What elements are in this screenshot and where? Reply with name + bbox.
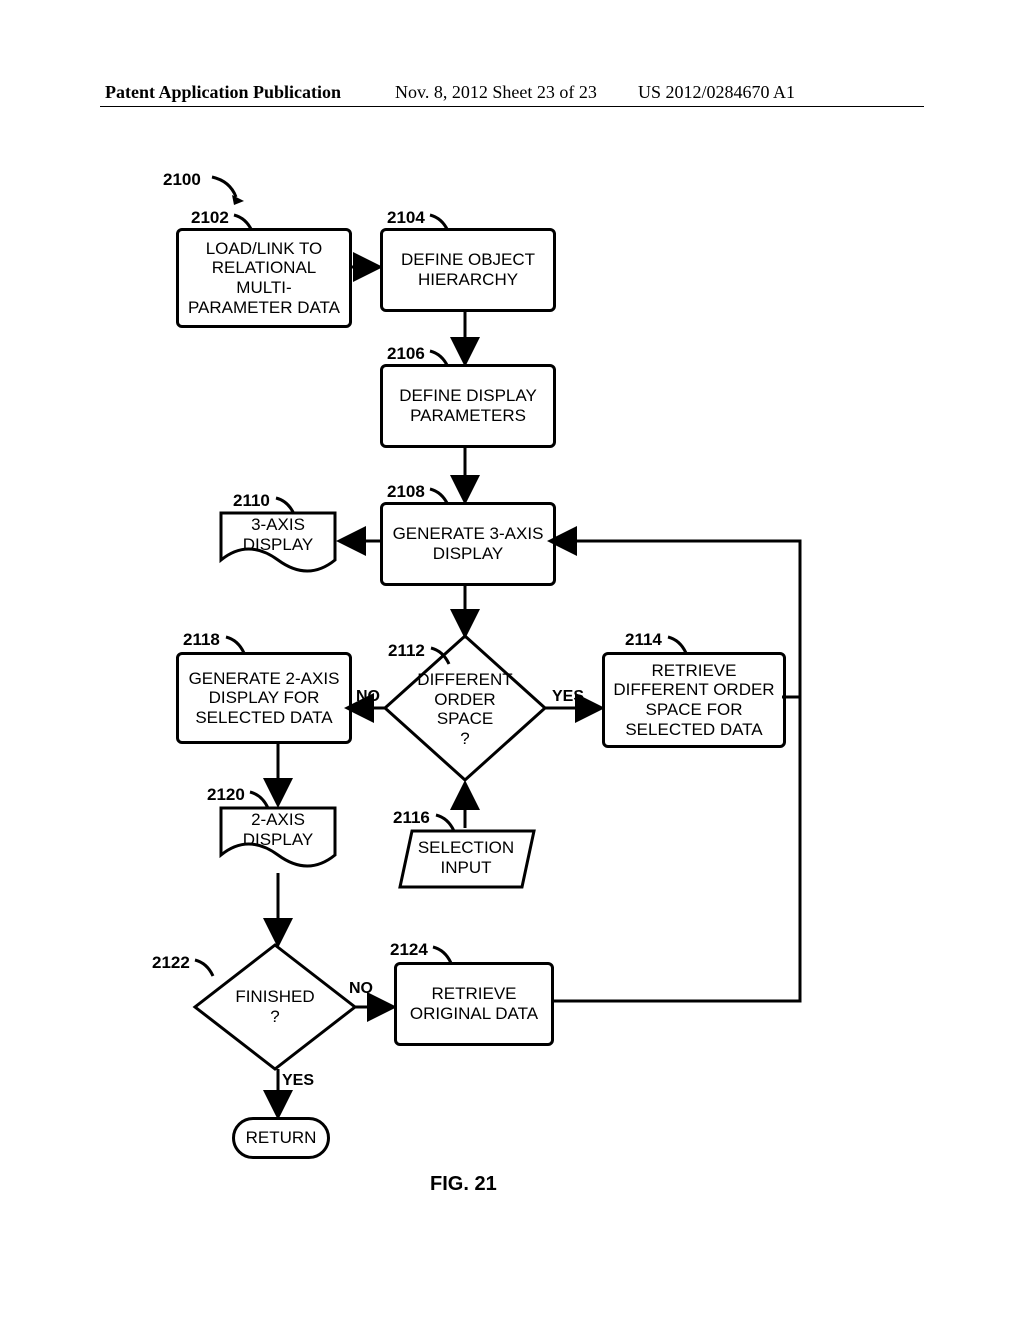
ref-2124: 2124 xyxy=(390,940,428,960)
node-2102-load-link: LOAD/LINK TO RELATIONAL MULTI- PARAMETER… xyxy=(176,228,352,328)
node-2104-define-hierarchy: DEFINE OBJECT HIERARCHY xyxy=(380,228,556,312)
node-2116-selection-input: SELECTION INPUT xyxy=(405,838,527,877)
header-mid: Nov. 8, 2012 Sheet 23 of 23 xyxy=(395,82,597,103)
node-2122-text: FINISHED ? xyxy=(235,987,314,1026)
node-2102-text: LOAD/LINK TO RELATIONAL MULTI- PARAMETER… xyxy=(188,239,340,317)
ref-2106: 2106 xyxy=(387,344,425,364)
node-2122-finished: FINISHED ? xyxy=(230,987,320,1026)
edge-2122-no: NO xyxy=(349,980,373,998)
node-2112-text: DIFFERENT ORDER SPACE ? xyxy=(417,670,512,748)
ref-2100: 2100 xyxy=(163,170,201,190)
node-2110-text: 3-AXIS DISPLAY xyxy=(243,515,314,554)
ref-2120: 2120 xyxy=(207,785,245,805)
node-2118-generate-2axis: GENERATE 2-AXIS DISPLAY FOR SELECTED DAT… xyxy=(176,652,352,744)
node-2120-text: 2-AXIS DISPLAY xyxy=(243,810,314,849)
node-2106-define-display: DEFINE DISPLAY PARAMETERS xyxy=(380,364,556,448)
node-2110-3axis-display: 3-AXIS DISPLAY xyxy=(218,510,338,560)
node-return-text: RETURN xyxy=(246,1128,317,1148)
ref-2118: 2118 xyxy=(183,630,220,650)
node-2116-text: SELECTION INPUT xyxy=(418,838,514,877)
node-2106-text: DEFINE DISPLAY PARAMETERS xyxy=(399,386,537,425)
node-2124-text: RETRIEVE ORIGINAL DATA xyxy=(410,984,538,1023)
node-2104-text: DEFINE OBJECT HIERARCHY xyxy=(401,250,535,289)
node-2108-generate-3axis: GENERATE 3-AXIS DISPLAY xyxy=(380,502,556,586)
node-2120-2axis-display: 2-AXIS DISPLAY xyxy=(218,805,338,855)
ref-2104: 2104 xyxy=(387,208,425,228)
edge-2122-yes: YES xyxy=(282,1072,314,1090)
ref-2102: 2102 xyxy=(191,208,229,228)
node-2114-retrieve-space: RETRIEVE DIFFERENT ORDER SPACE FOR SELEC… xyxy=(602,652,786,748)
header-left: Patent Application Publication xyxy=(105,82,341,103)
ref-2108: 2108 xyxy=(387,482,425,502)
header-rule xyxy=(100,106,924,107)
patent-page: Patent Application Publication Nov. 8, 2… xyxy=(0,0,1024,1320)
ref-2110: 2110 xyxy=(233,491,270,511)
node-2114-text: RETRIEVE DIFFERENT ORDER SPACE FOR SELEC… xyxy=(613,661,774,739)
header-right: US 2012/0284670 A1 xyxy=(638,82,795,103)
node-return: RETURN xyxy=(232,1117,330,1159)
edge-2112-yes: YES xyxy=(552,688,584,706)
node-2112-different-order: DIFFERENT ORDER SPACE ? xyxy=(412,670,518,748)
hook-2100 xyxy=(210,175,250,205)
node-2108-text: GENERATE 3-AXIS DISPLAY xyxy=(393,524,544,563)
ref-2122: 2122 xyxy=(152,953,190,973)
figure-caption: FIG. 21 xyxy=(430,1173,497,1196)
node-2124-retrieve-original: RETRIEVE ORIGINAL DATA xyxy=(394,962,554,1046)
ref-2114: 2114 xyxy=(625,630,662,650)
ref-2116: 2116 xyxy=(393,808,430,828)
node-2118-text: GENERATE 2-AXIS DISPLAY FOR SELECTED DAT… xyxy=(189,669,340,728)
edge-2112-no: NO xyxy=(356,688,380,706)
